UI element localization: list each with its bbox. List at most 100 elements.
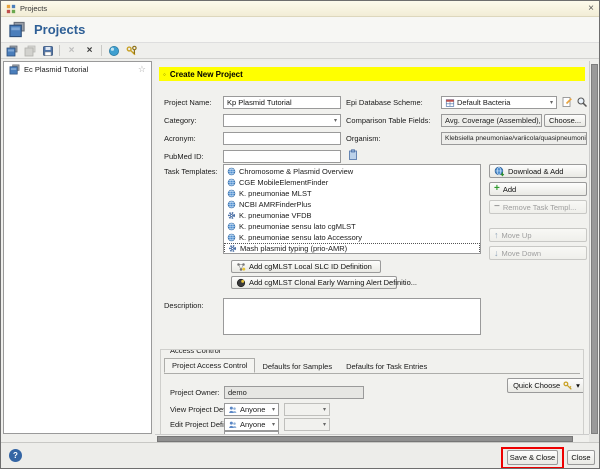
globe-icon: [227, 167, 236, 176]
minus-icon: −: [494, 202, 500, 212]
task-template-label: K. pneumoniae sensu lato cgMLST: [239, 222, 356, 231]
window-title: Projects: [20, 4, 47, 13]
horizontal-scrollbar[interactable]: [155, 434, 589, 442]
view-scheme-icon[interactable]: [576, 96, 588, 108]
vertical-scrollbar-thumb[interactable]: [591, 64, 598, 434]
edit-definition-combo[interactable]: Anyone ▾: [224, 418, 279, 431]
tab-defaults-for-task-entries[interactable]: Defaults for Task Entries: [339, 360, 434, 373]
access-control-tabs: Project Access Control Defaults for Samp…: [164, 358, 434, 373]
page-header: Projects: [1, 17, 599, 43]
category-label: Category:: [164, 116, 197, 125]
category-combo[interactable]: ▾: [223, 114, 341, 127]
footer-bar: ? Save & Close Close: [1, 442, 599, 468]
cgmlst-slc-label: Add cgMLST Local SLC ID Definition: [249, 262, 372, 271]
tab-project-access-control[interactable]: Project Access Control: [164, 358, 255, 373]
copy-project-icon: [23, 44, 36, 57]
projects-window: Projects × Projects × × Ec Plasmid Tutor…: [0, 0, 600, 469]
globe-icon: [227, 233, 236, 242]
task-template-label: Chromosome & Plasmid Overview: [239, 167, 353, 176]
view-definition-extra-combo: ▾: [284, 403, 330, 416]
download-add-label: Download & Add: [508, 167, 563, 176]
chevron-down-icon: ▾: [576, 381, 580, 390]
access-control-group: Access Control Project Access Control De…: [160, 349, 584, 435]
task-template-row[interactable]: K. pneumoniae sensu lato cgMLST: [224, 221, 480, 232]
close-icon[interactable]: ×: [588, 4, 594, 14]
globe-icon: [227, 200, 236, 209]
close-button[interactable]: Close: [567, 450, 595, 465]
plus-icon: +: [494, 184, 500, 194]
people-icon: [228, 420, 238, 430]
epi-scheme-label: Epi Database Scheme:: [346, 98, 423, 107]
favorite-star-icon[interactable]: ☆: [138, 65, 146, 74]
move-up-label: Move Up: [502, 231, 532, 240]
move-up-button: ↑ Move Up: [489, 228, 587, 242]
pubmed-input[interactable]: [223, 150, 341, 163]
key-icon: [563, 381, 573, 391]
epi-scheme-combo[interactable]: Default Bacteria ▾: [441, 96, 557, 109]
remove-project-icon[interactable]: ×: [83, 44, 96, 57]
projects-icon: [8, 21, 26, 38]
view-definition-value: Anyone: [240, 405, 265, 414]
access-control-legend: Access Control: [167, 349, 223, 355]
task-template-label: NCBI AMRFinderPlus: [239, 200, 311, 209]
acronym-input[interactable]: [223, 132, 341, 145]
task-template-label: K. pneumoniae MLST: [239, 189, 312, 198]
chevron-down-icon: ▾: [272, 422, 275, 428]
add-cgmlst-alert-button[interactable]: Add cgMLST Clonal Early Warning Alert De…: [231, 276, 397, 289]
cgmlst-alert-label: Add cgMLST Clonal Early Warning Alert De…: [249, 278, 417, 287]
task-templates-label: Task Templates:: [164, 167, 218, 176]
save-icon[interactable]: [41, 44, 54, 57]
remove-task-template-button: − Remove Task Templ...: [489, 200, 587, 214]
tab-defaults-for-samples[interactable]: Defaults for Samples: [255, 360, 339, 373]
gear-icon: [227, 211, 236, 220]
people-icon: [228, 405, 238, 415]
toolbar: × ×: [1, 43, 599, 59]
dark-globe-icon: [236, 278, 246, 288]
permissions-icon[interactable]: [125, 44, 138, 57]
annotation-highlight-rect: [501, 447, 564, 469]
task-template-row[interactable]: NCBI AMRFinderPlus: [224, 199, 480, 210]
task-template-row[interactable]: K. pneumoniae sensu lato Accessory: [224, 232, 480, 243]
description-textarea[interactable]: [223, 298, 481, 335]
network-icon: [236, 262, 246, 272]
pubmed-lookup-icon[interactable]: [347, 149, 359, 161]
quick-choose-button[interactable]: Quick Choose ▾: [507, 378, 584, 393]
task-template-row-selected[interactable]: Mash plasmid typing (prio-AMR): [224, 243, 480, 254]
chevron-down-icon: ▾: [323, 407, 326, 413]
task-template-row[interactable]: CGE MobileElementFinder: [224, 177, 480, 188]
organism-label: Organism:: [346, 134, 381, 143]
task-templates-list[interactable]: Chromosome & Plasmid Overview CGE Mobile…: [223, 164, 481, 254]
quick-choose-label: Quick Choose: [513, 381, 560, 390]
new-project-icon[interactable]: [5, 44, 18, 57]
add-label: Add: [503, 185, 516, 194]
project-name-input[interactable]: [223, 96, 341, 109]
project-item-label: Ec Plasmid Tutorial: [24, 65, 88, 74]
banner-dot-icon: ◦: [163, 70, 166, 79]
download-globe-icon: [494, 166, 505, 177]
edit-scheme-icon[interactable]: [561, 96, 573, 108]
download-add-button[interactable]: Download & Add: [489, 164, 587, 178]
help-icon[interactable]: ?: [9, 449, 22, 462]
move-down-label: Move Down: [502, 249, 542, 258]
chevron-down-icon: ▾: [550, 100, 553, 106]
chevron-down-icon: ▾: [272, 407, 275, 413]
task-template-row[interactable]: K. pneumoniae VFDB: [224, 210, 480, 221]
add-button[interactable]: + Add: [489, 182, 587, 196]
scrollbar-corner: [589, 434, 599, 442]
task-template-row[interactable]: Chromosome & Plasmid Overview: [224, 166, 480, 177]
project-list-item[interactable]: Ec Plasmid Tutorial ☆: [4, 62, 151, 77]
edit-definition-value: Anyone: [240, 420, 265, 429]
project-icon: [9, 64, 20, 75]
task-template-label: K. pneumoniae VFDB: [239, 211, 312, 220]
epi-scheme-value: Default Bacteria: [457, 98, 510, 107]
choose-fields-button[interactable]: Choose...: [544, 114, 586, 127]
tab-divider: [164, 373, 580, 374]
task-template-row[interactable]: K. pneumoniae MLST: [224, 188, 480, 199]
publish-icon[interactable]: [107, 44, 120, 57]
add-cgmlst-slc-button[interactable]: Add cgMLST Local SLC ID Definition: [231, 260, 381, 273]
project-owner-value: demo: [224, 386, 364, 399]
vertical-scrollbar[interactable]: [589, 61, 598, 442]
page-title: Projects: [34, 22, 85, 37]
window-titlebar[interactable]: Projects ×: [1, 1, 599, 17]
view-definition-combo[interactable]: Anyone ▾: [224, 403, 279, 416]
